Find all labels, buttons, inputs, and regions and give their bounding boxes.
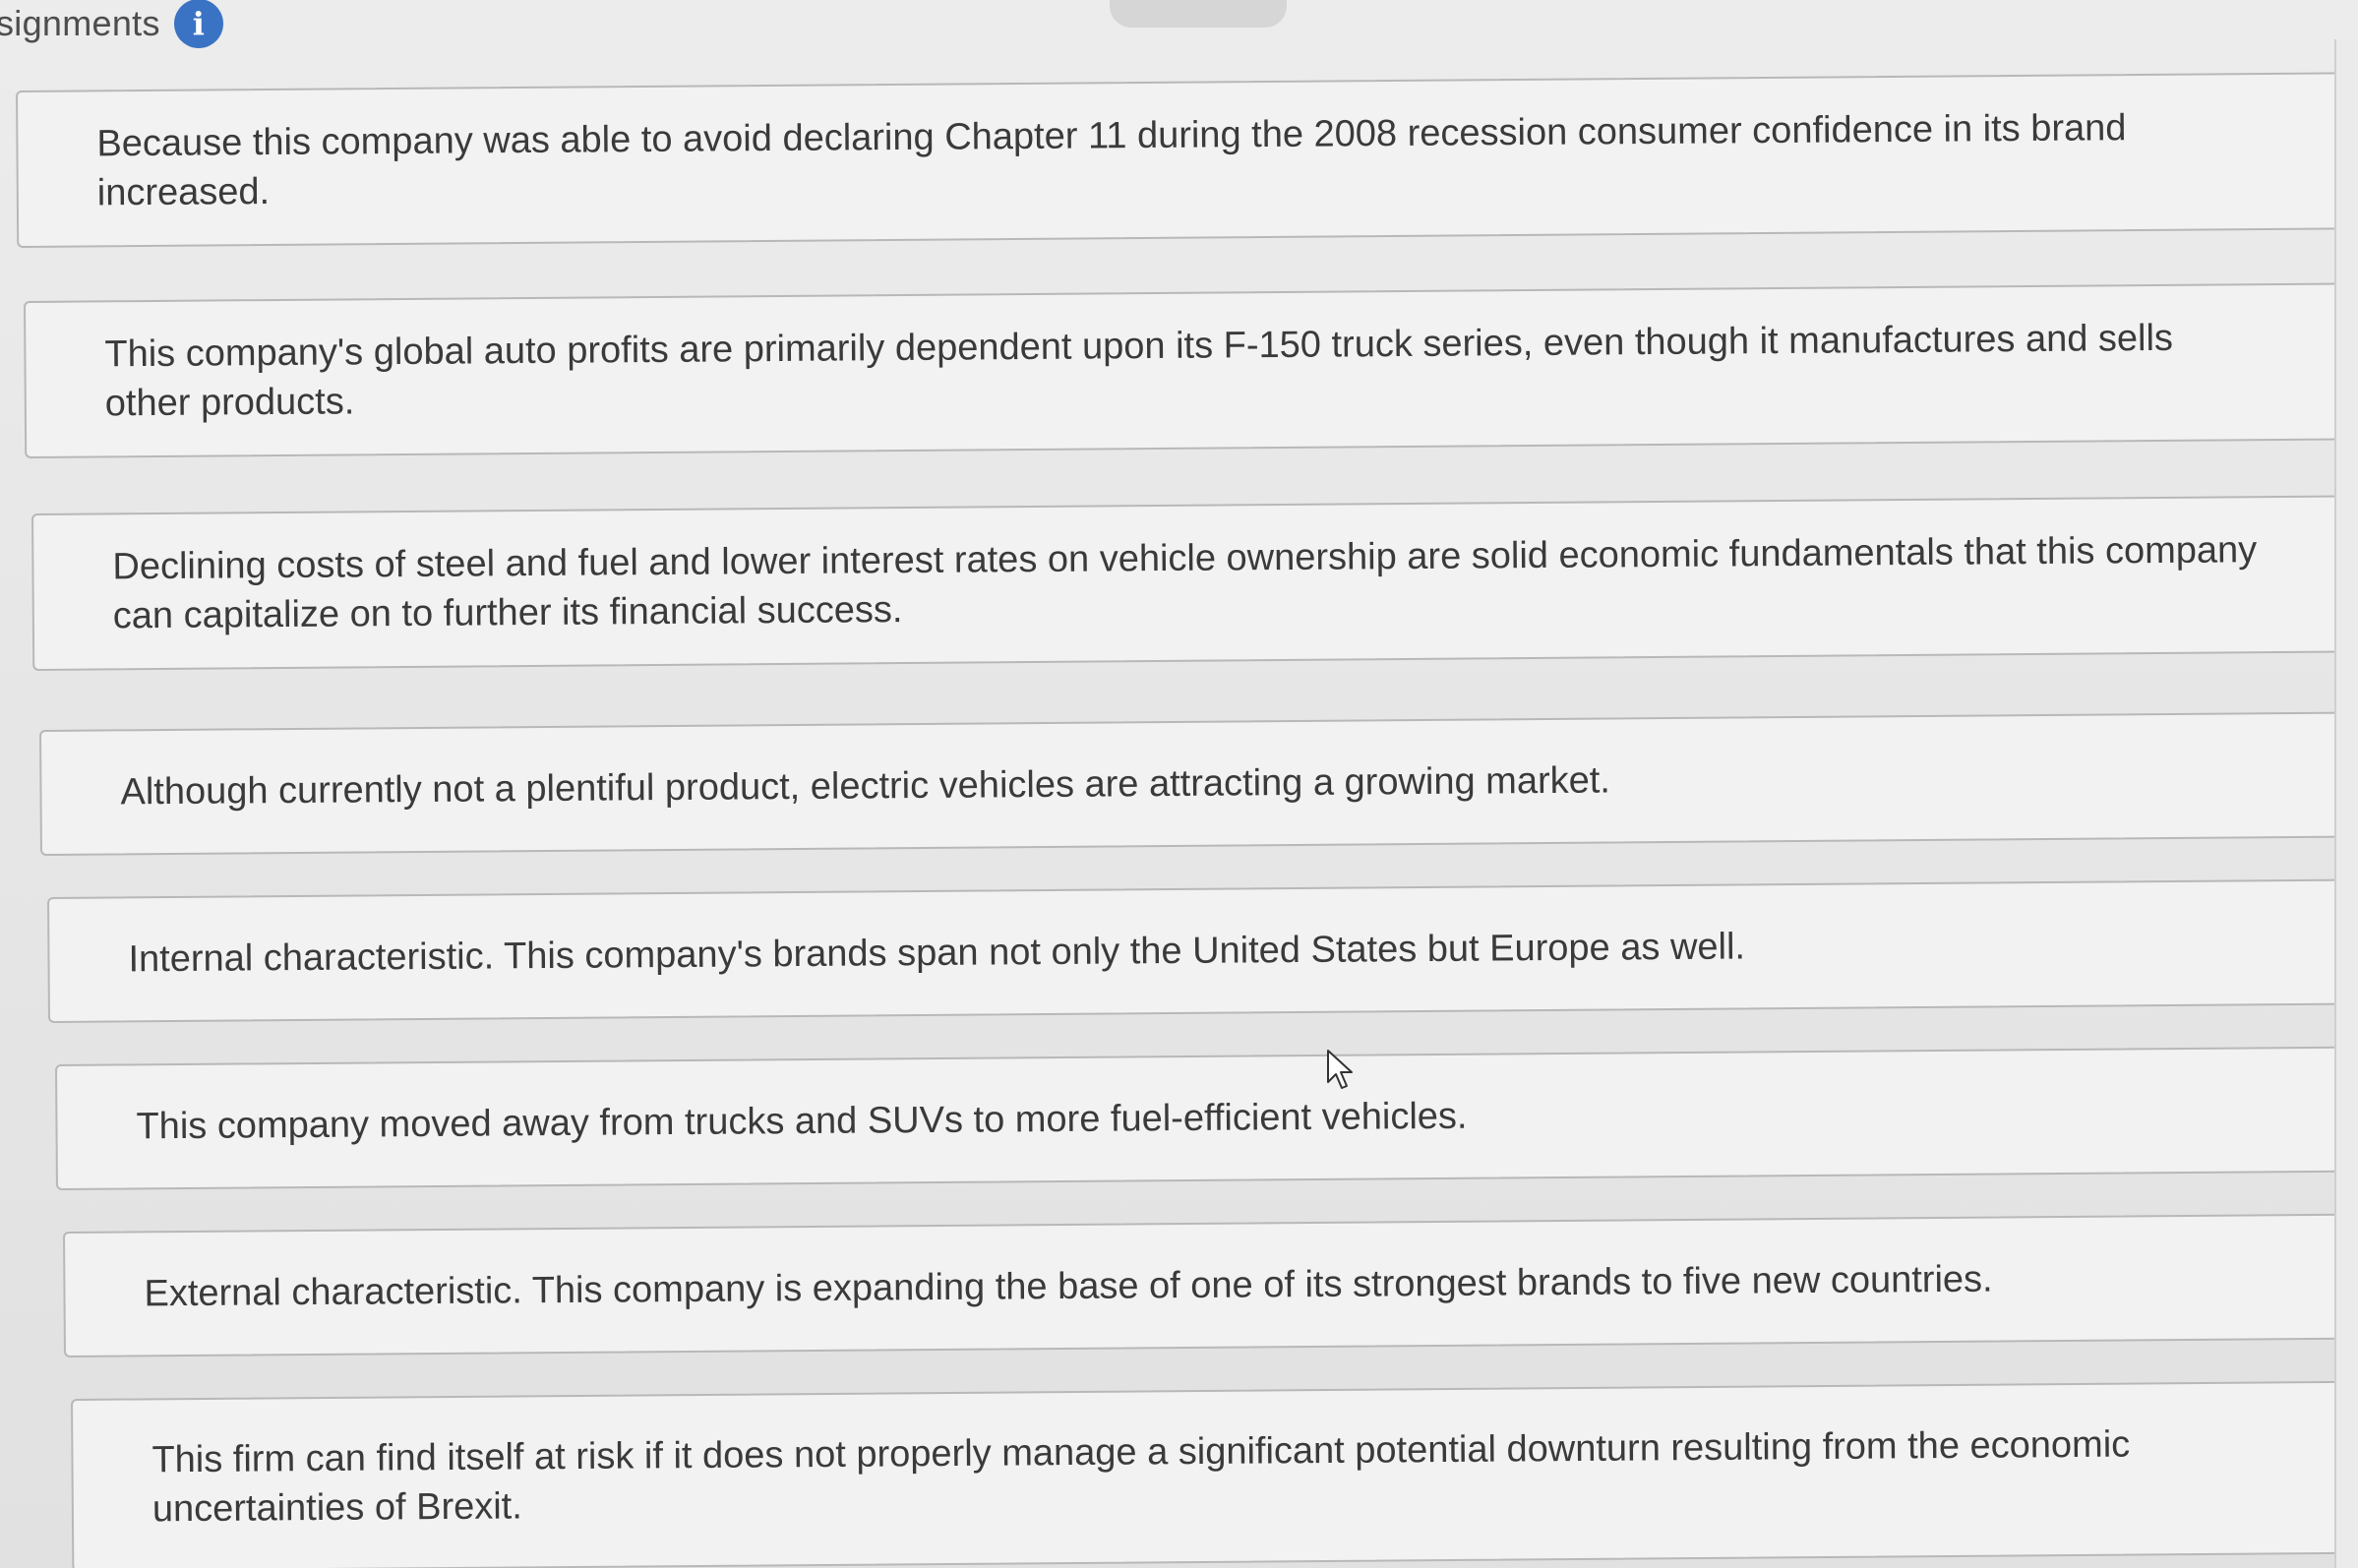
draggable-card[interactable]: External characteristic. This company is…: [63, 1212, 2358, 1357]
assignment-page: signments i Because this company was abl…: [0, 0, 2358, 1568]
draggable-card[interactable]: This company moved away from trucks and …: [55, 1045, 2358, 1190]
card-text: This company moved away from trucks and …: [136, 1095, 1468, 1148]
card-text: This firm can find itself at risk if it …: [151, 1423, 2131, 1531]
card-list: Because this company was able to avoid d…: [0, 0, 2358, 1568]
draggable-card[interactable]: Declining costs of steel and fuel and lo…: [31, 494, 2358, 671]
draggable-card[interactable]: This firm can find itself at risk if it …: [71, 1379, 2358, 1568]
card-text: Because this company was able to avoid d…: [96, 107, 2127, 214]
draggable-card[interactable]: Because this company was able to avoid d…: [16, 71, 2358, 248]
draggable-card[interactable]: Although currently not a plentiful produ…: [39, 710, 2358, 856]
draggable-card[interactable]: Internal characteristic. This company's …: [47, 877, 2358, 1023]
card-text: Declining costs of steel and fuel and lo…: [112, 529, 2258, 637]
card-text: Although currently not a plentiful produ…: [120, 759, 1611, 814]
scrollbar[interactable]: [2334, 39, 2358, 1568]
card-text: Internal characteristic. This company's …: [128, 926, 1746, 981]
card-text: This company's global auto profits are p…: [104, 317, 2174, 425]
mouse-pointer-icon: [1327, 1050, 1353, 1089]
draggable-card[interactable]: This company's global auto profits are p…: [24, 281, 2358, 458]
card-text: External characteristic. This company is…: [144, 1258, 1993, 1315]
